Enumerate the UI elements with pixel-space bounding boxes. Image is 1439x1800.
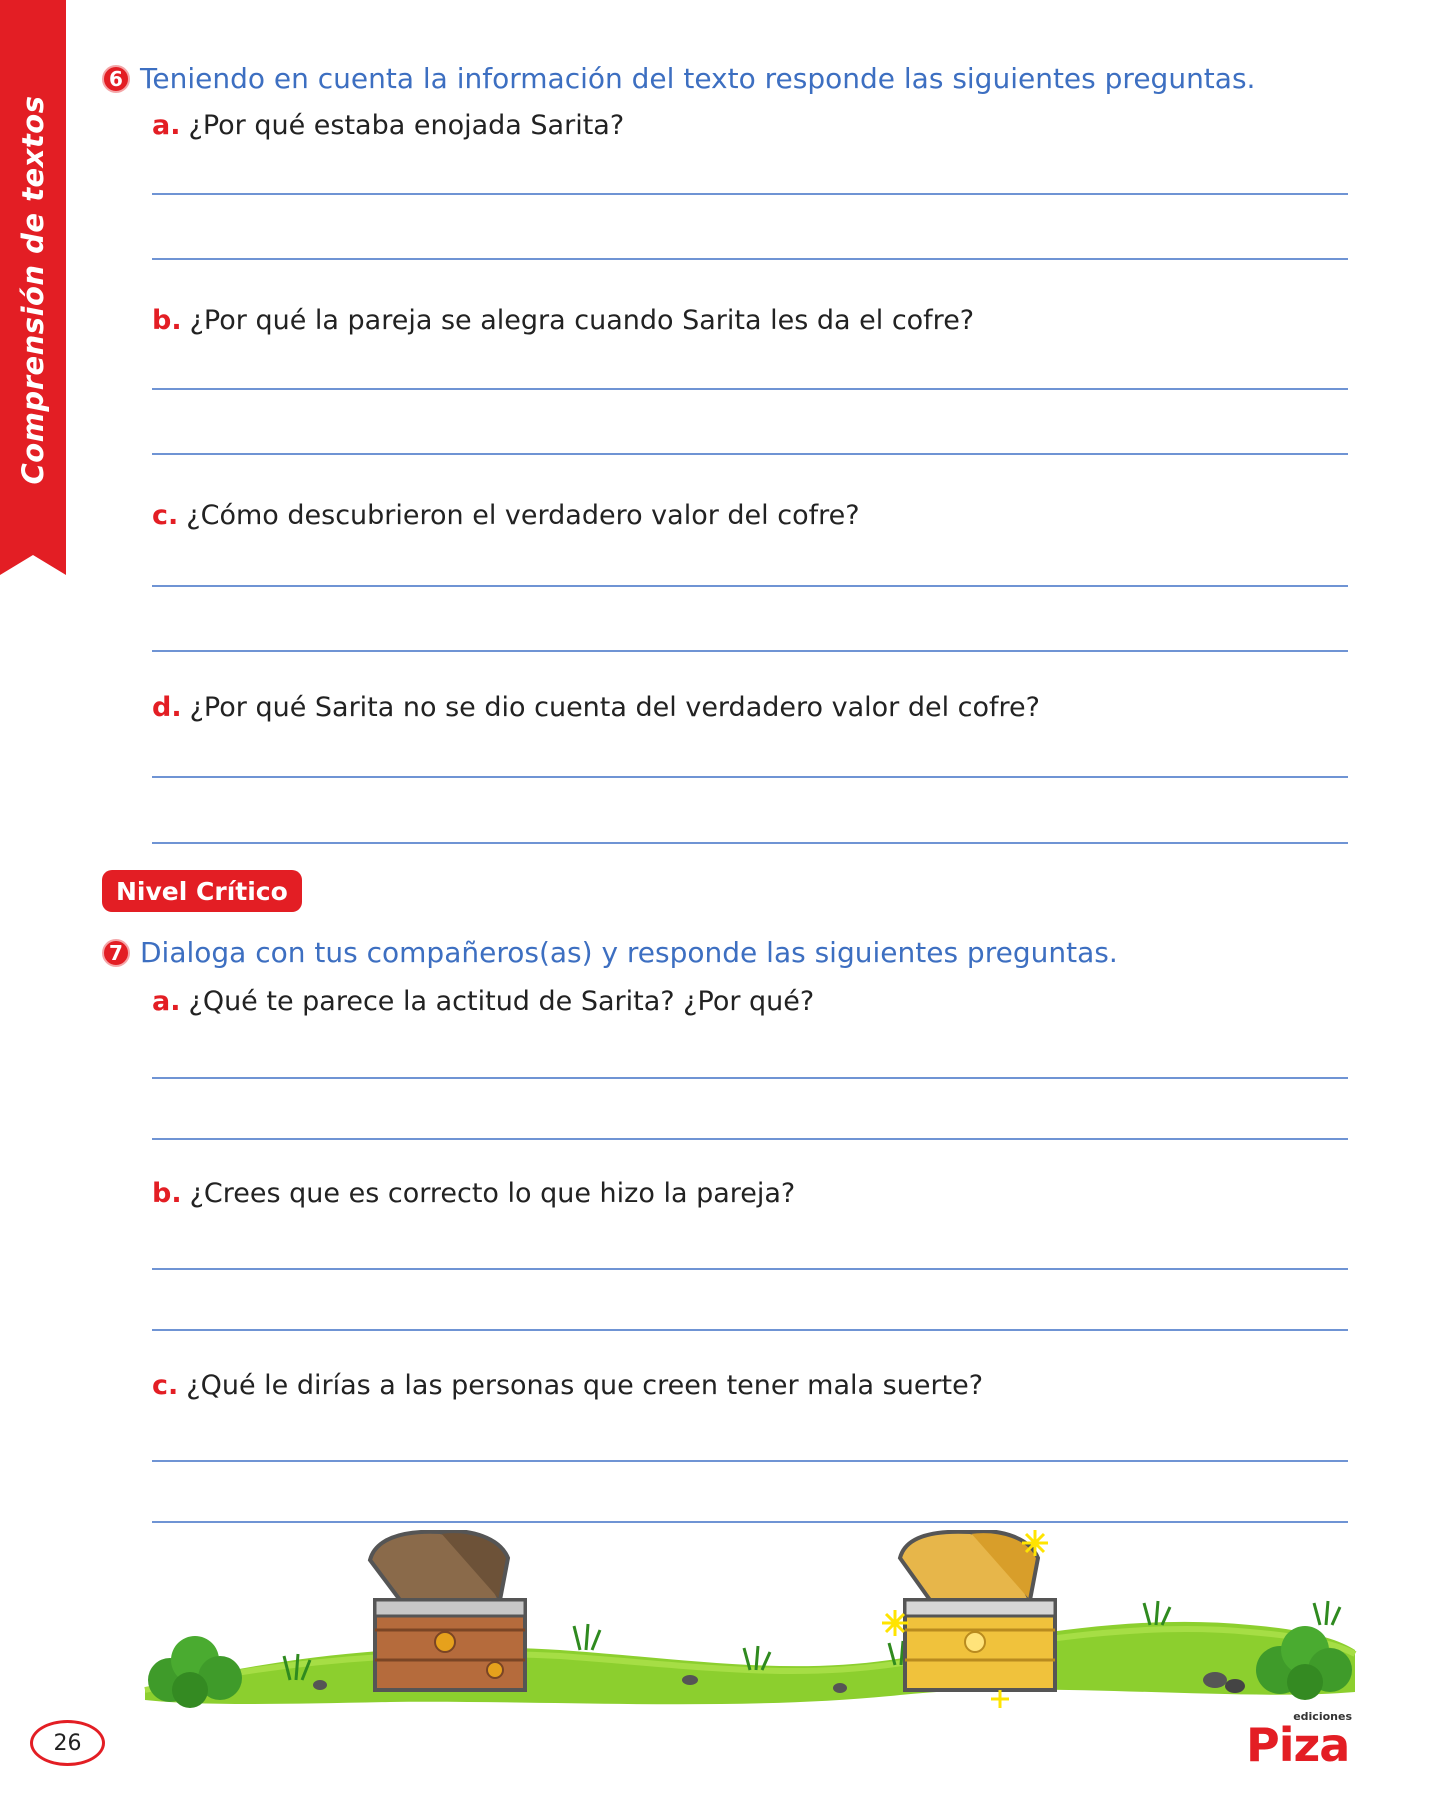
- publisher-logo: ediciones Piza: [1246, 1710, 1356, 1780]
- exercise-instruction: Teniendo en cuenta la información del te…: [140, 62, 1256, 95]
- question-7c: c. ¿Qué le dirías a las personas que cree…: [152, 1370, 983, 1401]
- bush-left-icon: [148, 1636, 242, 1708]
- answer-line[interactable]: [152, 1138, 1348, 1140]
- question-7b: b. ¿Crees que es correcto lo que hizo la …: [152, 1178, 795, 1209]
- question-text: ¿Cómo descubrieron el verdadero valor de…: [186, 500, 860, 531]
- question-text: ¿Por qué Sarita no se dio cuenta del ver…: [189, 692, 1040, 723]
- exercise-instruction: Dialoga con tus compañeros(as) y respond…: [140, 936, 1118, 969]
- question-text: ¿Qué le dirías a las personas que creen …: [186, 1370, 984, 1401]
- section-label: Comprensión de textos: [16, 95, 50, 485]
- golden-chest-icon: [882, 1529, 1057, 1708]
- question-text: ¿Qué te parece la actitud de Sarita? ¿Po…: [188, 986, 815, 1017]
- question-letter: c.: [152, 500, 179, 531]
- question-6b: b. ¿Por qué la pareja se alegra cuando Sa…: [152, 305, 974, 336]
- answer-line[interactable]: [152, 453, 1348, 455]
- question-letter: c.: [152, 1370, 179, 1401]
- question-letter: b.: [152, 1178, 182, 1209]
- answer-line[interactable]: [152, 1329, 1348, 1331]
- page-number: 26: [30, 1720, 105, 1766]
- exercise-number-badge: 7: [102, 938, 130, 967]
- level-badge: Nivel Crítico: [102, 870, 302, 912]
- answer-line[interactable]: [152, 388, 1348, 390]
- answer-line[interactable]: [152, 1460, 1348, 1462]
- exercise-6-header: 6 Teniendo en cuenta la información del …: [102, 62, 1255, 95]
- answer-line[interactable]: [152, 193, 1348, 195]
- question-7a: a. ¿Qué te parece la actitud de Sarita? ¿…: [152, 986, 814, 1017]
- scene-svg: [144, 1529, 1357, 1708]
- question-letter: a.: [152, 110, 181, 141]
- answer-line[interactable]: [152, 1268, 1348, 1270]
- answer-line[interactable]: [152, 842, 1348, 844]
- answer-line[interactable]: [152, 650, 1348, 652]
- treasure-chest-illustration: [140, 1529, 1360, 1710]
- answer-line[interactable]: [152, 585, 1348, 587]
- question-text: ¿Por qué la pareja se alegra cuando Sari…: [189, 305, 975, 336]
- answer-line[interactable]: [152, 1521, 1348, 1523]
- brand-name: Piza: [1246, 1718, 1350, 1772]
- question-letter: a.: [152, 986, 181, 1017]
- question-text: ¿Por qué estaba enojada Sarita?: [188, 110, 625, 141]
- answer-line[interactable]: [152, 776, 1348, 778]
- question-text: ¿Crees que es correcto lo que hizo la pa…: [189, 1178, 796, 1209]
- exercise-7-header: 7 Dialoga con tus compañeros(as) y respo…: [102, 936, 1118, 969]
- answer-line[interactable]: [152, 258, 1348, 260]
- question-letter: d.: [152, 692, 182, 723]
- question-6a: a. ¿Por qué estaba enojada Sarita?: [152, 110, 624, 141]
- question-letter: b.: [152, 305, 182, 336]
- brown-chest-icon: [367, 1529, 527, 1692]
- exercise-number-badge: 6: [102, 64, 130, 93]
- answer-line[interactable]: [152, 1077, 1348, 1079]
- side-ribbon: Comprensión de textos: [0, 0, 66, 575]
- question-6c: c. ¿Cómo descubrieron el verdadero valor …: [152, 500, 860, 531]
- question-6d: d. ¿Por qué Sarita no se dio cuenta del v…: [152, 692, 1040, 723]
